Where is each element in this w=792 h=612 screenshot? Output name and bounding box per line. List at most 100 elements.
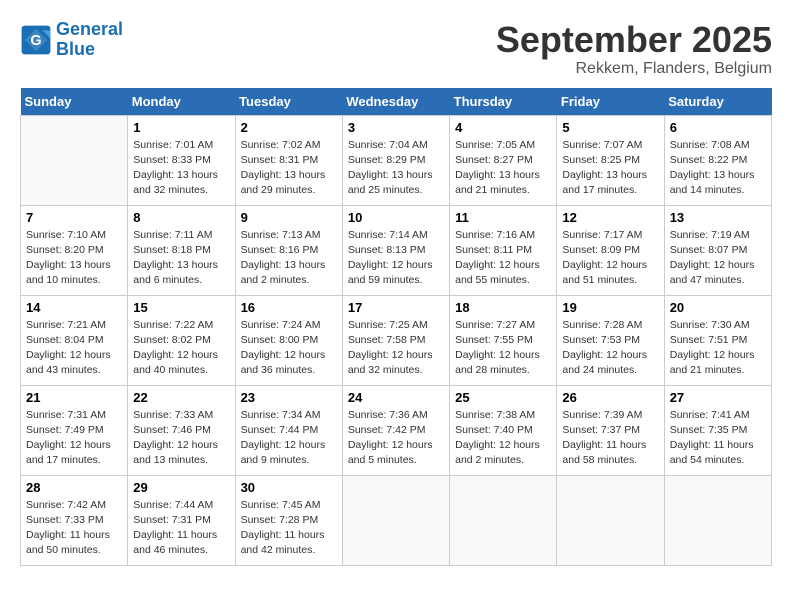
day-number: 27 [670,390,766,405]
calendar-cell: 28 Sunrise: 7:42 AM Sunset: 7:33 PM Dayli… [21,475,128,565]
day-number: 1 [133,120,229,135]
day-number: 8 [133,210,229,225]
day-number: 30 [241,480,337,495]
day-info: Sunrise: 7:44 AM Sunset: 7:31 PM Dayligh… [133,498,229,559]
calendar-cell: 30 Sunrise: 7:45 AM Sunset: 7:28 PM Dayli… [235,475,342,565]
day-info: Sunrise: 7:41 AM Sunset: 7:35 PM Dayligh… [670,408,766,469]
calendar-cell: 26Sunrise: 7:39 AM Sunset: 7:37 PM Dayli… [557,385,664,475]
day-number: 21 [26,390,122,405]
calendar-cell: 13 Sunrise: 7:19 AM Sunset: 8:07 PM Dayli… [664,205,771,295]
day-info: Sunrise: 7:19 AM Sunset: 8:07 PM Dayligh… [670,228,766,289]
day-info: Sunrise: 7:01 AM Sunset: 8:33 PM Dayligh… [133,138,229,199]
title-block: September 2025 Rekkem, Flanders, Belgium [496,20,772,78]
day-info: Sunrise: 7:30 AM Sunset: 7:51 PM Dayligh… [670,318,766,379]
week-row-2: 7 Sunrise: 7:10 AM Sunset: 8:20 PM Daylig… [21,205,772,295]
calendar-cell: 29 Sunrise: 7:44 AM Sunset: 7:31 PM Dayli… [128,475,235,565]
weekday-header-wednesday: Wednesday [342,88,449,116]
day-number: 24 [348,390,444,405]
day-number: 4 [455,120,551,135]
calendar-cell [21,115,128,205]
day-info: Sunrise: 7:28 AM Sunset: 7:53 PM Dayligh… [562,318,658,379]
day-number: 5 [562,120,658,135]
day-info: Sunrise: 7:04 AM Sunset: 8:29 PM Dayligh… [348,138,444,199]
day-info: Sunrise: 7:13 AM Sunset: 8:16 PM Dayligh… [241,228,337,289]
day-number: 23 [241,390,337,405]
weekday-header-thursday: Thursday [450,88,557,116]
day-number: 25 [455,390,551,405]
day-number: 11 [455,210,551,225]
calendar-cell: 3 Sunrise: 7:04 AM Sunset: 8:29 PM Daylig… [342,115,449,205]
day-number: 26 [562,390,658,405]
day-info: Sunrise: 7:25 AM Sunset: 7:58 PM Dayligh… [348,318,444,379]
day-number: 7 [26,210,122,225]
calendar-cell: 18 Sunrise: 7:27 AM Sunset: 7:55 PM Dayli… [450,295,557,385]
week-row-4: 21 Sunrise: 7:31 AM Sunset: 7:49 PM Dayli… [21,385,772,475]
day-info: Sunrise: 7:14 AM Sunset: 8:13 PM Dayligh… [348,228,444,289]
day-number: 18 [455,300,551,315]
day-info: Sunrise: 7:42 AM Sunset: 7:33 PM Dayligh… [26,498,122,559]
day-number: 20 [670,300,766,315]
day-info: Sunrise: 7:33 AM Sunset: 7:46 PM Dayligh… [133,408,229,469]
logo-icon: G [20,24,52,56]
calendar-cell [557,475,664,565]
calendar-cell [342,475,449,565]
calendar-cell: 23 Sunrise: 7:34 AM Sunset: 7:44 PM Dayli… [235,385,342,475]
week-row-5: 28 Sunrise: 7:42 AM Sunset: 7:33 PM Dayli… [21,475,772,565]
day-info: Sunrise: 7:38 AM Sunset: 7:40 PM Dayligh… [455,408,551,469]
day-info: Sunrise: 7:34 AM Sunset: 7:44 PM Dayligh… [241,408,337,469]
calendar-cell [450,475,557,565]
month-title: September 2025 [496,20,772,60]
day-info: Sunrise: 7:31 AM Sunset: 7:49 PM Dayligh… [26,408,122,469]
calendar-cell: 7 Sunrise: 7:10 AM Sunset: 8:20 PM Daylig… [21,205,128,295]
day-info: Sunrise: 7:08 AM Sunset: 8:22 PM Dayligh… [670,138,766,199]
calendar-cell: 25 Sunrise: 7:38 AM Sunset: 7:40 PM Dayli… [450,385,557,475]
day-info: Sunrise: 7:22 AM Sunset: 8:02 PM Dayligh… [133,318,229,379]
day-number: 6 [670,120,766,135]
day-info: Sunrise: 7:02 AM Sunset: 8:31 PM Dayligh… [241,138,337,199]
page-header: G General Blue September 2025 Rekkem, Fl… [20,20,772,78]
calendar-cell: 9Sunrise: 7:13 AM Sunset: 8:16 PM Daylig… [235,205,342,295]
calendar-cell: 20 Sunrise: 7:30 AM Sunset: 7:51 PM Dayli… [664,295,771,385]
day-info: Sunrise: 7:05 AM Sunset: 8:27 PM Dayligh… [455,138,551,199]
week-row-3: 14Sunrise: 7:21 AM Sunset: 8:04 PM Dayli… [21,295,772,385]
location: Rekkem, Flanders, Belgium [496,60,772,78]
calendar-cell: 27 Sunrise: 7:41 AM Sunset: 7:35 PM Dayli… [664,385,771,475]
day-number: 22 [133,390,229,405]
calendar-cell: 16Sunrise: 7:24 AM Sunset: 8:00 PM Dayli… [235,295,342,385]
calendar-cell: 2Sunrise: 7:02 AM Sunset: 8:31 PM Daylig… [235,115,342,205]
day-number: 29 [133,480,229,495]
day-number: 15 [133,300,229,315]
calendar-cell: 12 Sunrise: 7:17 AM Sunset: 8:09 PM Dayli… [557,205,664,295]
weekday-header-saturday: Saturday [664,88,771,116]
day-number: 13 [670,210,766,225]
calendar-cell: 5 Sunrise: 7:07 AM Sunset: 8:25 PM Daylig… [557,115,664,205]
logo: G General Blue [20,20,123,60]
calendar-cell: 6 Sunrise: 7:08 AM Sunset: 8:22 PM Daylig… [664,115,771,205]
day-number: 17 [348,300,444,315]
day-number: 19 [562,300,658,315]
day-info: Sunrise: 7:11 AM Sunset: 8:18 PM Dayligh… [133,228,229,289]
weekday-header-row: SundayMondayTuesdayWednesdayThursdayFrid… [21,88,772,116]
week-row-1: 1 Sunrise: 7:01 AM Sunset: 8:33 PM Daylig… [21,115,772,205]
day-info: Sunrise: 7:36 AM Sunset: 7:42 PM Dayligh… [348,408,444,469]
calendar-cell: 4 Sunrise: 7:05 AM Sunset: 8:27 PM Daylig… [450,115,557,205]
svg-text:G: G [30,33,41,49]
day-number: 3 [348,120,444,135]
day-info: Sunrise: 7:21 AM Sunset: 8:04 PM Dayligh… [26,318,122,379]
day-info: Sunrise: 7:10 AM Sunset: 8:20 PM Dayligh… [26,228,122,289]
weekday-header-sunday: Sunday [21,88,128,116]
day-number: 28 [26,480,122,495]
day-number: 12 [562,210,658,225]
calendar-cell: 21 Sunrise: 7:31 AM Sunset: 7:49 PM Dayli… [21,385,128,475]
weekday-header-tuesday: Tuesday [235,88,342,116]
day-info: Sunrise: 7:27 AM Sunset: 7:55 PM Dayligh… [455,318,551,379]
calendar-cell: 14Sunrise: 7:21 AM Sunset: 8:04 PM Dayli… [21,295,128,385]
calendar-cell: 10Sunrise: 7:14 AM Sunset: 8:13 PM Dayli… [342,205,449,295]
weekday-header-friday: Friday [557,88,664,116]
weekday-header-monday: Monday [128,88,235,116]
calendar-cell: 1 Sunrise: 7:01 AM Sunset: 8:33 PM Daylig… [128,115,235,205]
day-info: Sunrise: 7:07 AM Sunset: 8:25 PM Dayligh… [562,138,658,199]
calendar-cell: 17 Sunrise: 7:25 AM Sunset: 7:58 PM Dayli… [342,295,449,385]
day-info: Sunrise: 7:45 AM Sunset: 7:28 PM Dayligh… [241,498,337,559]
day-info: Sunrise: 7:17 AM Sunset: 8:09 PM Dayligh… [562,228,658,289]
